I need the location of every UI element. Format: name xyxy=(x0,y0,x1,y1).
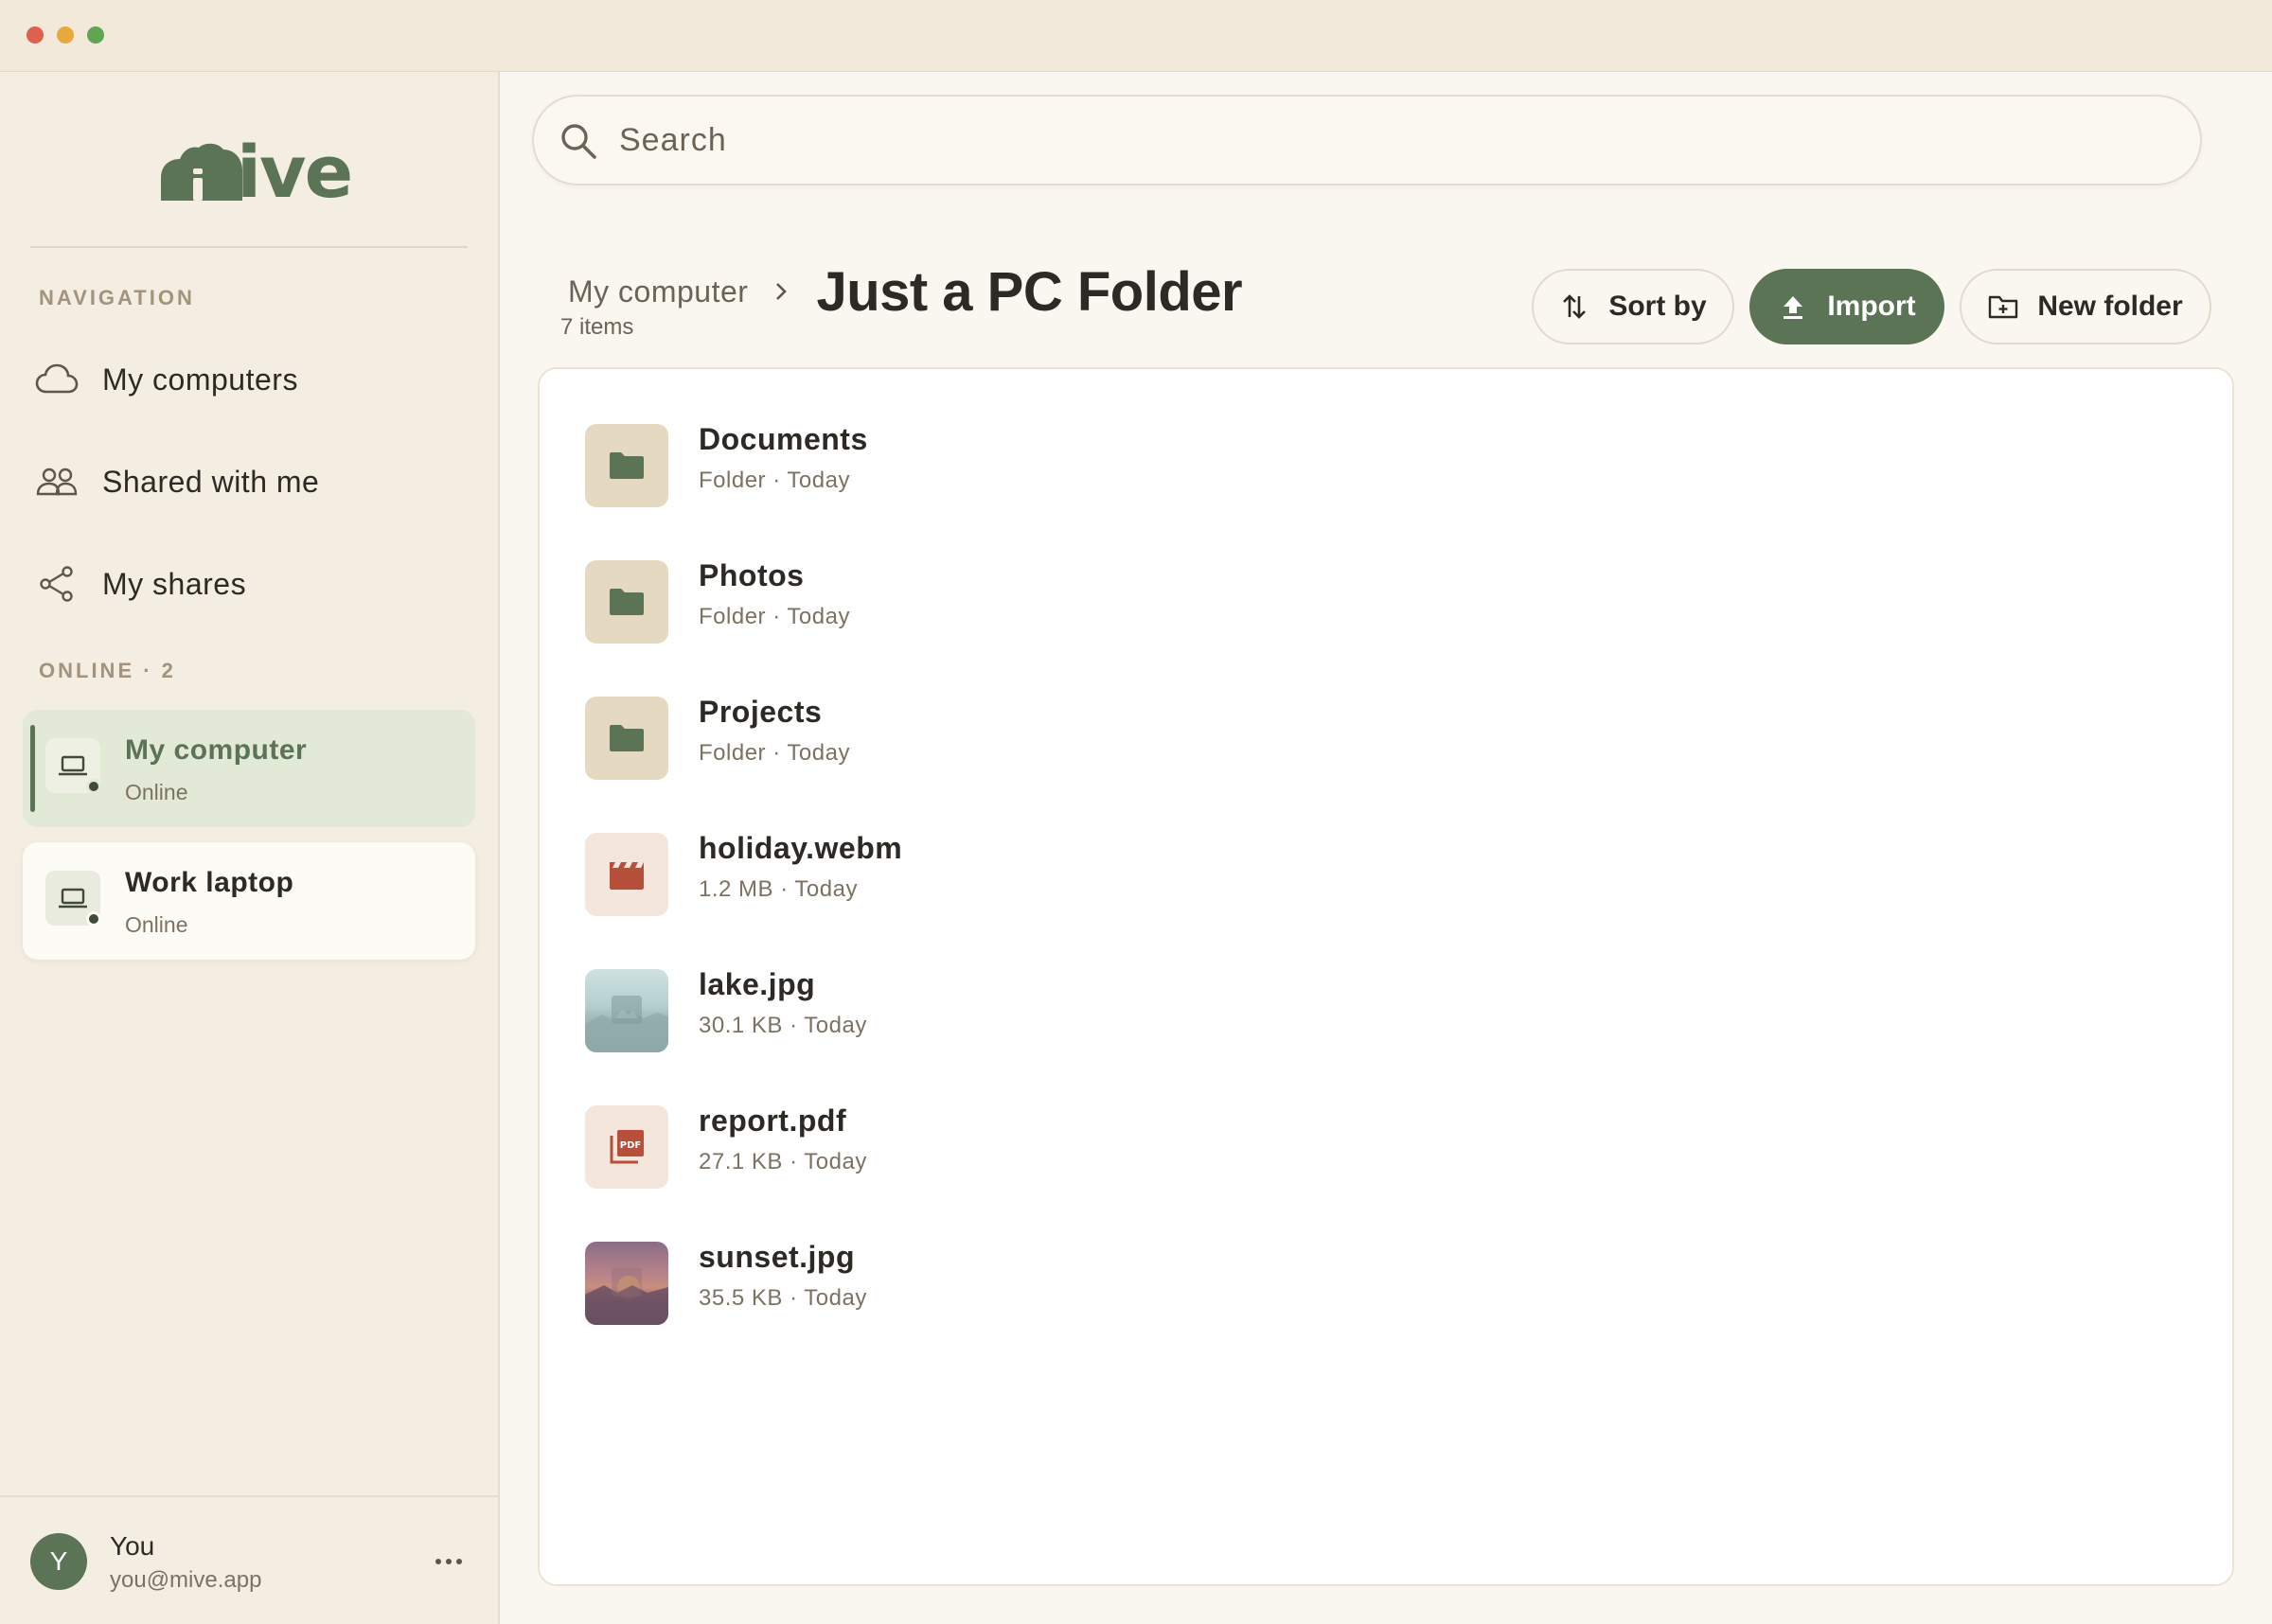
more-options-button[interactable] xyxy=(432,1545,466,1579)
image-icon xyxy=(585,996,668,1052)
nav-item-label: Shared with me xyxy=(102,464,320,499)
file-meta: 27.1 KB · Today xyxy=(699,1149,867,1174)
file-row-holiday-webm[interactable]: holiday.webm 1.2 MB · Today xyxy=(585,820,2175,937)
device-status: Online xyxy=(125,780,188,804)
file-row-sunset-jpg[interactable]: sunset.jpg 35.5 KB · Today xyxy=(585,1228,2175,1346)
file-meta: Folder · Today xyxy=(699,468,850,493)
nav-item-label: My shares xyxy=(102,566,247,601)
minimize-window-button[interactable] xyxy=(57,26,74,44)
file-name: Projects xyxy=(699,695,823,729)
online-status-dot xyxy=(86,779,101,794)
maximize-window-button[interactable] xyxy=(87,26,104,44)
sidebar: ive NAVIGATION My computers Shared with … xyxy=(0,72,500,1624)
more-horizontal-icon xyxy=(435,1559,462,1564)
file-row-lake-jpg[interactable]: lake.jpg 30.1 KB · Today xyxy=(585,956,2175,1073)
laptop-icon xyxy=(45,738,101,794)
online-section-label: ONLINE · 2 xyxy=(39,659,176,682)
sort-icon xyxy=(1559,291,1589,322)
sort-by-label: Sort by xyxy=(1608,291,1707,322)
search-icon xyxy=(559,121,598,161)
file-row-projects[interactable]: Projects Folder · Today xyxy=(585,683,2175,801)
user-footer: Y You you@mive.app xyxy=(0,1495,498,1624)
page-title: Just a PC Folder xyxy=(816,260,1243,323)
file-meta: 30.1 KB · Today xyxy=(699,1013,867,1038)
logo-wordmark: ive xyxy=(237,130,353,214)
file-name: Documents xyxy=(699,422,868,456)
import-label: Import xyxy=(1827,291,1916,322)
pdf-icon: PDF xyxy=(585,1105,668,1189)
file-row-documents[interactable]: Documents Folder · Today xyxy=(585,411,2175,528)
chevron-right-icon xyxy=(774,280,793,303)
user-name: You xyxy=(110,1531,155,1561)
clapperboard-icon xyxy=(585,833,668,916)
folder-icon xyxy=(585,424,668,507)
window-titlebar xyxy=(0,0,2272,72)
new-folder-button[interactable]: New folder xyxy=(1960,269,2211,344)
image-icon xyxy=(585,1268,668,1325)
device-item-my-computer[interactable]: My computer Online xyxy=(23,710,475,827)
navigation-section-label: NAVIGATION xyxy=(39,286,195,309)
active-indicator xyxy=(30,725,35,812)
close-window-button[interactable] xyxy=(27,26,44,44)
file-row-photos[interactable]: Photos Folder · Today xyxy=(585,547,2175,664)
search-input[interactable] xyxy=(619,115,2172,165)
file-name: report.pdf xyxy=(699,1103,847,1138)
laptop-icon xyxy=(45,871,101,927)
folder-icon xyxy=(585,697,668,780)
file-row-report-pdf[interactable]: PDF report.pdf 27.1 KB · Today xyxy=(585,1092,2175,1209)
device-name: My computer xyxy=(125,734,308,766)
nav-item-my-shares[interactable]: My shares xyxy=(34,551,470,617)
new-folder-label: New folder xyxy=(2037,291,2183,322)
main-content: My computer Just a PC Folder 7 items Sor… xyxy=(500,72,2272,1624)
import-button[interactable]: Import xyxy=(1749,269,1944,344)
file-name: sunset.jpg xyxy=(699,1240,856,1274)
file-name: Photos xyxy=(699,558,805,592)
nav-item-my-computers[interactable]: My computers xyxy=(34,346,470,413)
file-meta: Folder · Today xyxy=(699,740,850,766)
image-thumbnail xyxy=(585,969,668,1052)
file-name: lake.jpg xyxy=(699,967,816,1001)
image-thumbnail xyxy=(585,1242,668,1325)
nav-item-shared-with-me[interactable]: Shared with me xyxy=(34,449,470,515)
online-status-dot xyxy=(86,911,101,927)
file-list: Documents Folder · Today Photos Folder ·… xyxy=(538,367,2234,1586)
folder-icon xyxy=(585,560,668,644)
logo-divider xyxy=(30,246,468,248)
file-name: holiday.webm xyxy=(699,831,903,865)
nav-item-label: My computers xyxy=(102,362,298,397)
breadcrumb-parent-link[interactable]: My computer xyxy=(568,274,748,309)
file-meta: Folder · Today xyxy=(699,604,850,629)
svg-text:PDF: PDF xyxy=(620,1140,641,1151)
app-logo[interactable]: ive xyxy=(157,134,353,210)
sort-by-button[interactable]: Sort by xyxy=(1532,269,1734,344)
cloud-icon xyxy=(34,357,80,402)
people-icon xyxy=(34,459,80,504)
device-name: Work laptop xyxy=(125,867,294,898)
logo-mark-icon xyxy=(161,143,242,201)
device-status: Online xyxy=(125,912,188,937)
search-bar[interactable] xyxy=(532,95,2202,185)
avatar[interactable]: Y xyxy=(30,1533,87,1590)
upload-icon xyxy=(1778,291,1808,322)
item-count: 7 items xyxy=(560,314,634,340)
device-item-work-laptop[interactable]: Work laptop Online xyxy=(23,842,475,960)
breadcrumb: My computer Just a PC Folder xyxy=(568,254,1243,329)
folder-plus-icon xyxy=(1988,291,2018,322)
share-icon xyxy=(34,561,80,607)
file-meta: 1.2 MB · Today xyxy=(699,876,858,902)
file-meta: 35.5 KB · Today xyxy=(699,1285,867,1311)
user-email: you@mive.app xyxy=(110,1567,262,1593)
